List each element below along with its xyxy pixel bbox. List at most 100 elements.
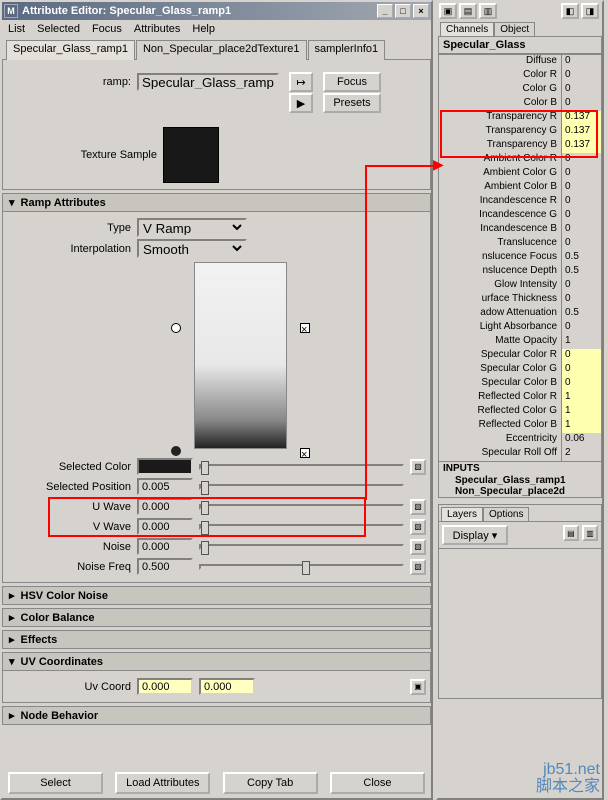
channel-attr-value[interactable]: 0 [561,293,601,307]
channel-tool-icon-5[interactable]: ◨ [581,3,599,19]
ramp-handle-delete[interactable]: × [300,323,310,333]
channel-row[interactable]: Ambient Color B0 [439,181,601,195]
go-in-button[interactable]: ↦ [289,72,313,92]
display-dropdown[interactable]: Display ▾ [442,525,508,545]
selected-color-swatch[interactable] [137,458,193,475]
menu-help[interactable]: Help [192,23,215,35]
ramp-handle-delete-bottom[interactable]: × [300,448,310,458]
uwave-slider[interactable] [199,504,404,510]
channel-attr-value[interactable]: 0.137 [561,111,601,125]
channel-attr-value[interactable]: 0.5 [561,307,601,321]
menu-focus[interactable]: Focus [92,23,122,35]
channel-attr-value[interactable]: 1 [561,405,601,419]
presets-button[interactable]: Presets [323,93,381,113]
channel-attr-value[interactable]: 0.137 [561,139,601,153]
noise-freq-slider[interactable] [199,564,404,570]
channel-attr-value[interactable]: 0 [561,363,601,377]
channel-attr-value[interactable]: 0 [561,223,601,237]
channel-row[interactable]: Specular Color R0 [439,349,601,363]
channel-row[interactable]: Color R0 [439,69,601,83]
channel-attr-value[interactable]: 1 [561,335,601,349]
channel-row[interactable]: Reflected Color R1 [439,391,601,405]
channel-row[interactable]: Glow Intensity0 [439,279,601,293]
channel-attr-value[interactable]: 0 [561,83,601,97]
inputs-header[interactable]: INPUTS [439,462,601,475]
menu-attributes[interactable]: Attributes [134,23,180,35]
menu-list[interactable]: List [8,23,25,35]
channel-attr-value[interactable]: 0 [561,195,601,209]
type-select[interactable]: V Ramp [137,218,247,237]
tab-non-specular-place2dtexture1[interactable]: Non_Specular_place2dTexture1 [136,40,307,60]
channel-attr-value[interactable]: 0 [561,181,601,195]
channel-attr-value[interactable]: 0 [561,237,601,251]
channel-row[interactable]: Reflected Color G1 [439,405,601,419]
selected-position-field[interactable] [137,478,193,495]
channel-attr-value[interactable]: 0 [561,377,601,391]
tab-channels[interactable]: Channels [440,22,494,36]
channel-row[interactable]: Ambient Color G0 [439,167,601,181]
maximize-button[interactable]: □ [395,4,411,18]
noise-map-button[interactable]: ▧ [410,539,426,555]
section-node-behavior-header[interactable]: ▸ Node Behavior [2,706,431,725]
channel-row[interactable]: urface Thickness0 [439,293,601,307]
channel-row[interactable]: Color B0 [439,97,601,111]
channel-tool-icon-4[interactable]: ◧ [561,3,579,19]
channel-row[interactable]: Specular Roll Off2 [439,447,601,461]
channel-row[interactable]: Incandescence G0 [439,209,601,223]
channel-attr-value[interactable]: 0 [561,279,601,293]
layers-icon-2[interactable]: ▥ [582,525,598,541]
section-color-balance-header[interactable]: ▸ Color Balance [2,608,431,627]
section-hsv-color-noise-header[interactable]: ▸ HSV Color Noise [2,586,431,605]
close-button[interactable]: × [413,4,429,18]
noise-freq-field[interactable] [137,558,193,575]
channel-row[interactable]: Eccentricity0.06 [439,433,601,447]
vwave-field[interactable] [137,518,193,535]
title-bar[interactable]: M Attribute Editor: Specular_Glass_ramp1… [2,2,431,20]
input-ramp[interactable]: Specular_Glass_ramp1 [439,475,601,486]
channel-attr-value[interactable]: 1 [561,391,601,405]
ramp-handle-circle[interactable] [171,323,181,333]
channel-row[interactable]: nslucence Focus0.5 [439,251,601,265]
vwave-slider[interactable] [199,524,404,530]
selected-color-slider[interactable] [199,464,404,470]
channel-row[interactable]: Transparency G0.137 [439,125,601,139]
selected-color-map-button[interactable]: ▧ [410,459,426,475]
interpolation-select[interactable]: Smooth [137,239,247,258]
uwave-field[interactable] [137,498,193,515]
channel-row[interactable]: Reflected Color B1 [439,419,601,433]
channel-attr-value[interactable]: 0 [561,321,601,335]
uv-coord-map-button[interactable]: ▣ [410,679,426,695]
channel-attr-value[interactable]: 0 [561,167,601,181]
tab-options[interactable]: Options [483,507,529,521]
close-editor-button[interactable]: Close [330,772,425,794]
select-button[interactable]: Select [8,772,103,794]
channel-row[interactable]: nslucence Depth0.5 [439,265,601,279]
channel-tool-icon-1[interactable]: ▣ [439,3,457,19]
channel-row[interactable]: Specular Color G0 [439,363,601,377]
channel-attr-value[interactable]: 0 [561,97,601,111]
ramp-handle-selected[interactable] [171,446,181,456]
menu-selected[interactable]: Selected [37,23,80,35]
noise-slider[interactable] [199,544,404,550]
channel-row[interactable]: Color G0 [439,83,601,97]
channel-node-title[interactable]: Specular_Glass [438,37,602,54]
tab-specular-glass-ramp1[interactable]: Specular_Glass_ramp1 [6,40,135,60]
channel-row[interactable]: adow Attenuation0.5 [439,307,601,321]
section-uv-coordinates-header[interactable]: ▾ UV Coordinates [2,652,431,671]
channel-row[interactable]: Transparency B0.137 [439,139,601,153]
go-out-button[interactable]: ▶ [289,93,313,113]
channel-tool-icon-3[interactable]: ▥ [479,3,497,19]
channel-attr-value[interactable]: 0 [561,55,601,69]
uwave-map-button[interactable]: ▧ [410,499,426,515]
noise-field[interactable] [137,538,193,555]
channel-tool-icon-2[interactable]: ▤ [459,3,477,19]
ramp-gradient-widget[interactable]: × × [194,262,287,449]
channel-row[interactable]: Diffuse0 [439,55,601,69]
focus-button[interactable]: Focus [323,72,381,92]
tab-samplerinfo1[interactable]: samplerInfo1 [308,40,386,60]
ramp-name-field[interactable] [137,73,279,91]
load-attributes-button[interactable]: Load Attributes [115,772,210,794]
channel-row[interactable]: Light Absorbance0 [439,321,601,335]
copy-tab-button[interactable]: Copy Tab [223,772,318,794]
u-coord-field[interactable] [137,678,193,695]
